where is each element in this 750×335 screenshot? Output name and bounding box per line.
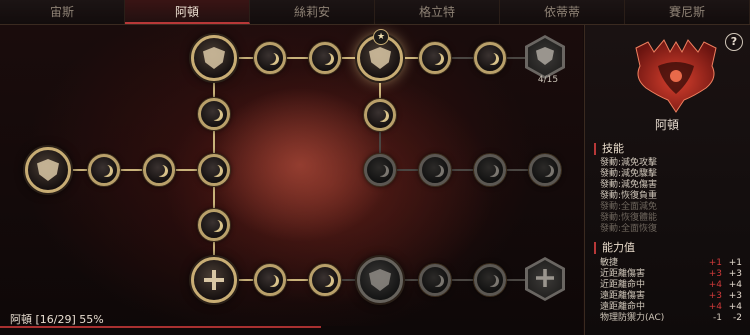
stat-delta: +3 (708, 269, 722, 279)
skill-node[interactable] (254, 42, 286, 74)
crescent-icon (429, 52, 441, 64)
tab-aden[interactable]: 阿頓 (125, 0, 250, 24)
tab-silian[interactable]: 絲莉安 (250, 0, 375, 24)
stat-label: 遠距離命中 (600, 302, 646, 312)
cross-emblem-node[interactable] (191, 257, 237, 303)
stat-label: 敏捷 (600, 258, 619, 268)
stat-label: 物理防禦力(AC) (600, 313, 665, 323)
skill-node[interactable] (419, 42, 451, 74)
crescent-icon (208, 164, 220, 176)
skill-entry: 發動:減免攻擊 (600, 158, 658, 168)
stat-label: 近距離傷害 (600, 269, 646, 279)
skill-entry: 發動:恢復體能 (600, 213, 658, 223)
help-icon[interactable]: ? (725, 33, 743, 51)
tab-bar: 宙斯 阿頓 絲莉安 格立特 依蒂蒂 賽尼斯 (0, 0, 750, 25)
crescent-icon (429, 164, 441, 176)
progress-fill (0, 326, 321, 328)
shield-icon (369, 47, 391, 69)
crescent-icon (208, 219, 220, 231)
skill-node[interactable] (364, 99, 396, 131)
crescent-icon (264, 274, 276, 286)
shield-emblem-node[interactable] (25, 147, 71, 193)
locked-skill-node[interactable] (529, 154, 561, 186)
shield-icon (37, 159, 59, 181)
locked-skill-node[interactable] (474, 154, 506, 186)
locked-skill-node[interactable] (364, 154, 396, 186)
crescent-icon (208, 108, 220, 120)
skill-node[interactable] (254, 264, 286, 296)
skills-section-title: 技能 (594, 143, 624, 155)
tab-yiditi[interactable]: 依蒂蒂 (500, 0, 625, 24)
tab-zeus[interactable]: 宙斯 (0, 0, 125, 24)
skill-node[interactable] (198, 209, 230, 241)
locked-emblem-node[interactable] (357, 257, 403, 303)
skill-entry: 發動:全面恢復 (600, 224, 658, 234)
skill-entry: 發動:全面減免 (600, 202, 658, 212)
shield-icon (369, 269, 391, 291)
crescent-icon (98, 164, 110, 176)
character-name: 阿頓 (654, 118, 679, 132)
cross-icon (204, 270, 224, 290)
stat-delta: +4 (708, 280, 722, 290)
locked-skill-node[interactable] (419, 154, 451, 186)
stat-delta: -1 (713, 313, 722, 323)
skill-entry: 發動:減免驟擊 (600, 169, 658, 179)
tree-progress-label: 阿頓 [16/29] 55% (10, 313, 104, 326)
crescent-icon (484, 52, 496, 64)
stat-delta: +1 (708, 258, 722, 268)
crescent-icon (319, 52, 331, 64)
stat-value: -2 (733, 313, 742, 323)
stat-value: +1 (728, 258, 742, 268)
tab-sainisi[interactable]: 賽尼斯 (625, 0, 750, 24)
crescent-icon (153, 164, 165, 176)
crescent-icon (484, 164, 496, 176)
shield-icon (203, 47, 225, 69)
stat-value: +4 (728, 280, 742, 290)
node-counter: 4/15 (537, 75, 559, 85)
crescent-icon (319, 274, 331, 286)
skill-entry: 發動:減免傷害 (600, 180, 658, 190)
skill-node[interactable] (198, 154, 230, 186)
stat-value: +3 (728, 291, 742, 301)
skill-node[interactable] (309, 264, 341, 296)
crescent-icon (539, 164, 551, 176)
crescent-icon (374, 164, 386, 176)
crescent-icon (484, 274, 496, 286)
stat-label: 近距離命中 (600, 280, 646, 290)
star-icon: ★ (373, 29, 389, 45)
skill-node[interactable] (474, 42, 506, 74)
skill-node[interactable] (88, 154, 120, 186)
character-emblem-icon (635, 39, 717, 113)
stat-delta: +3 (708, 291, 722, 301)
stat-value: +4 (728, 302, 742, 312)
crescent-icon (264, 52, 276, 64)
skill-entry: 發動:恢復負重 (600, 191, 658, 201)
tab-gelite[interactable]: 格立特 (375, 0, 500, 24)
locked-skill-node[interactable] (474, 264, 506, 296)
stat-label: 遠距離傷害 (600, 291, 646, 301)
skill-node[interactable] (309, 42, 341, 74)
skill-node[interactable] (143, 154, 175, 186)
shield-emblem-node[interactable] (191, 35, 237, 81)
stat-delta: +4 (708, 302, 722, 312)
stat-value: +3 (728, 269, 742, 279)
crescent-icon (374, 109, 386, 121)
skill-node[interactable] (198, 98, 230, 130)
locked-skill-node[interactable] (419, 264, 451, 296)
crescent-icon (429, 274, 441, 286)
stats-section-title: 能力值 (594, 242, 635, 254)
